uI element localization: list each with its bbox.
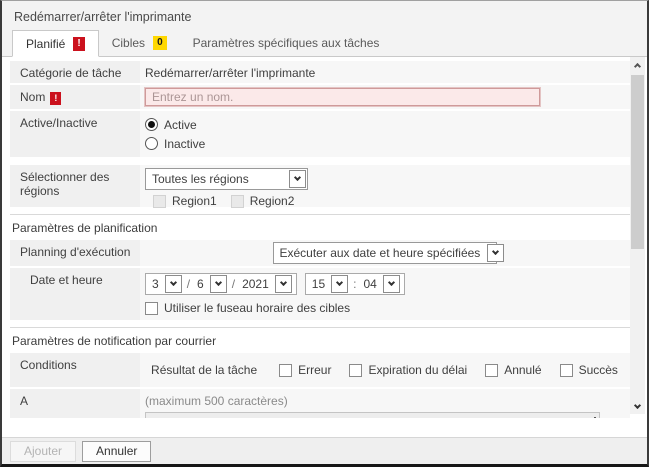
task-category-value: Redémarrer/arrêter l'imprimante [145,64,624,80]
checkbox-region2-control [231,195,244,208]
minute-select[interactable] [383,275,400,293]
cancel-button[interactable]: Annuler [82,441,151,462]
checkbox-timezone-label: Utiliser le fuseau horaire des cibles [164,301,350,315]
radio-active[interactable]: Active [145,118,624,132]
tab-planifie[interactable]: Planifié ! [12,30,99,57]
checkbox-region1-control [153,195,166,208]
regions-label: Sélectionner des régions [10,165,140,207]
row-conditions: Conditions Résultat de la tâche Erreur E… [10,353,630,387]
textarea-scroll-up-icon[interactable] [594,417,596,418]
target-count-badge: 0 [153,36,167,50]
checkbox-expiration-label: Expiration du délai [368,363,467,377]
form-scroll-area: Catégorie de tâche Redémarrer/arrêter l'… [10,61,630,418]
month-value: 3 [149,277,162,291]
tab-cibles-label: Cibles [112,36,145,50]
day-select[interactable] [210,275,227,293]
checkbox-succes-control[interactable] [560,364,573,377]
task-dialog: Redémarrer/arrêter l'imprimante Planifié… [0,0,649,467]
checkbox-timezone[interactable]: Utiliser le fuseau horaire des cibles [145,301,624,315]
radio-inactive[interactable]: Inactive [145,137,624,151]
checkbox-region2: Region2 [231,194,295,208]
to-max-chars-hint: (maximum 500 caractères) [145,392,624,412]
tab-planifie-label: Planifié [26,37,65,51]
tab-parametres-label: Paramètres spécifiques aux tâches [193,36,380,50]
to-textarea[interactable] [145,412,600,418]
time-select-group: 15 : 04 [305,273,405,295]
dialog-title: Redémarrer/arrêter l'imprimante [2,1,647,29]
name-input[interactable] [145,88,540,106]
radio-active-control[interactable] [145,118,158,131]
checkbox-erreur-control[interactable] [279,364,292,377]
row-task-category: Catégorie de tâche Redémarrer/arrêter l'… [10,61,630,83]
row-execution-planning: Planning d'exécution Exécuter aux date e… [10,240,630,266]
execution-planning-select[interactable]: Exécuter aux date et heure spécifiées [273,242,497,264]
regions-select-arrow-icon[interactable] [289,170,306,188]
radio-inactive-control[interactable] [145,137,158,150]
date-select-group: 3 / 6 / 2021 [145,273,297,295]
row-name: Nom! [10,85,630,109]
to-label: A [10,389,140,418]
name-error-icon: ! [50,92,61,105]
execution-planning-value: Exécuter aux date et heure spécifiées [274,246,487,260]
datetime-label: Date et heure [10,268,140,320]
vertical-scrollbar[interactable] [630,57,645,414]
checkbox-succes-label: Succès [579,363,618,377]
tab-content: Catégorie de tâche Redémarrer/arrêter l'… [2,57,647,437]
name-label: Nom! [10,85,140,109]
section-notification-title: Paramètres de notification par courrier [10,327,630,353]
hour-select[interactable] [331,275,348,293]
month-select[interactable] [165,275,182,293]
conditions-sub-label: Résultat de la tâche [151,363,257,377]
task-category-label: Catégorie de tâche [10,61,140,83]
checkbox-annule[interactable]: Annulé [485,363,541,377]
footer-bar: Ajouter Annuler [2,437,647,464]
row-datetime: Date et heure 3 / 6 / 2021 [10,268,630,320]
execution-planning-arrow-icon[interactable] [487,244,504,262]
checkbox-annule-label: Annulé [504,363,541,377]
checkbox-succes[interactable]: Succès [560,363,618,377]
year-value: 2021 [239,277,272,291]
year-select[interactable] [275,275,292,293]
row-active-state: Active/Inactive Active Inactive [10,111,630,157]
scroll-down-icon[interactable] [630,398,645,414]
scrollbar-thumb[interactable] [631,75,644,249]
tab-bar: Planifié ! Cibles 0 Paramètres spécifiqu… [2,29,647,57]
regions-select-value: Toutes les régions [146,172,255,186]
row-to: A (maximum 500 caractères) [10,389,630,418]
minute-value: 04 [360,277,379,291]
scroll-up-icon[interactable] [630,57,645,73]
checkbox-expiration[interactable]: Expiration du délai [349,363,467,377]
error-count-badge: ! [73,37,84,51]
hour-value: 15 [309,277,328,291]
checkbox-region1-label: Region1 [172,194,217,208]
execution-planning-label: Planning d'exécution [10,240,140,266]
checkbox-timezone-control[interactable] [145,302,158,315]
checkbox-region1: Region1 [153,194,217,208]
active-state-label: Active/Inactive [10,111,140,157]
add-button[interactable]: Ajouter [10,441,76,462]
section-schedule-title: Paramètres de planification [10,214,630,240]
tab-parametres-specifiques[interactable]: Paramètres spécifiques aux tâches [180,29,393,56]
radio-inactive-label: Inactive [164,137,205,151]
checkbox-annule-control[interactable] [485,364,498,377]
conditions-label: Conditions [10,353,140,387]
regions-select[interactable]: Toutes les régions [145,168,308,190]
row-regions: Sélectionner des régions Toutes les régi… [10,165,630,207]
checkbox-erreur[interactable]: Erreur [279,363,331,377]
radio-active-label: Active [164,118,197,132]
checkbox-region2-label: Region2 [250,194,295,208]
day-value: 6 [194,277,207,291]
tab-cibles[interactable]: Cibles 0 [99,29,180,56]
checkbox-expiration-control[interactable] [349,364,362,377]
checkbox-erreur-label: Erreur [298,363,331,377]
